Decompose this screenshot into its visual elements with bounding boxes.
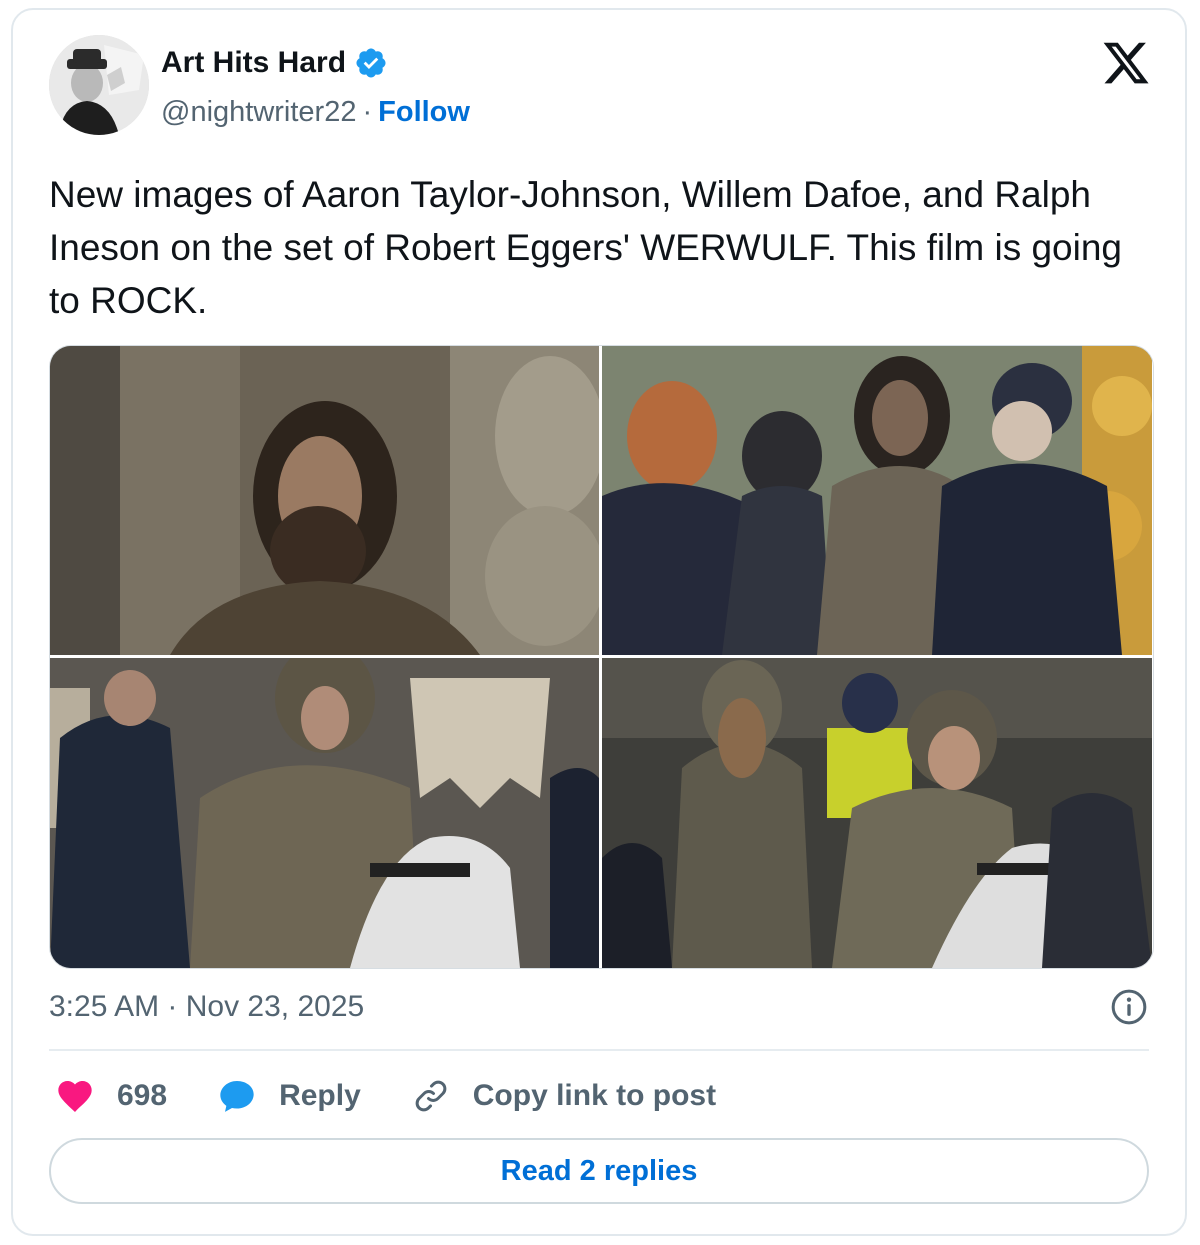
copy-link-button[interactable]: Copy link to post: [411, 1076, 716, 1116]
media-photo-4[interactable]: [602, 658, 1152, 968]
media-grid: [49, 345, 1154, 969]
avatar[interactable]: [49, 35, 149, 135]
action-bar: 698 Reply Copy link to post: [55, 1072, 716, 1120]
like-button[interactable]: 698: [55, 1076, 167, 1116]
x-logo-icon[interactable]: [1101, 38, 1151, 88]
reply-label: Reply: [279, 1079, 361, 1112]
handle-separator: ·: [362, 96, 373, 128]
heart-icon: [58, 1081, 92, 1112]
handle-row: @nightwriter22 · Follow: [161, 96, 470, 129]
follow-button[interactable]: Follow: [378, 96, 470, 129]
info-icon[interactable]: [1109, 987, 1149, 1027]
tweet-card: Art Hits Hard @nightwriter22 · Follow Ne…: [11, 8, 1187, 1236]
speech-bubble-icon: [220, 1081, 254, 1112]
tweet-text: New images of Aaron Taylor-Johnson, Will…: [49, 174, 1122, 321]
media-photo-1[interactable]: [50, 346, 599, 655]
timestamp-row: 3:25 AM · Nov 23, 2025: [49, 985, 1149, 1029]
reply-button[interactable]: Reply: [217, 1076, 361, 1116]
link-icon: [415, 1080, 447, 1112]
verified-badge-icon: [354, 46, 388, 80]
read-replies-button[interactable]: Read 2 replies: [49, 1138, 1149, 1204]
copy-link-label: Copy link to post: [472, 1079, 717, 1112]
author-handle[interactable]: @nightwriter22: [161, 96, 356, 129]
author-name-row: Art Hits Hard: [161, 46, 388, 80]
tweet-timestamp[interactable]: 3:25 AM · Nov 23, 2025: [49, 990, 364, 1024]
media-photo-2[interactable]: [602, 346, 1152, 655]
divider: [49, 1049, 1149, 1051]
like-count: 698: [117, 1079, 168, 1112]
author-name[interactable]: Art Hits Hard: [161, 46, 346, 80]
media-photo-3[interactable]: [50, 658, 599, 968]
